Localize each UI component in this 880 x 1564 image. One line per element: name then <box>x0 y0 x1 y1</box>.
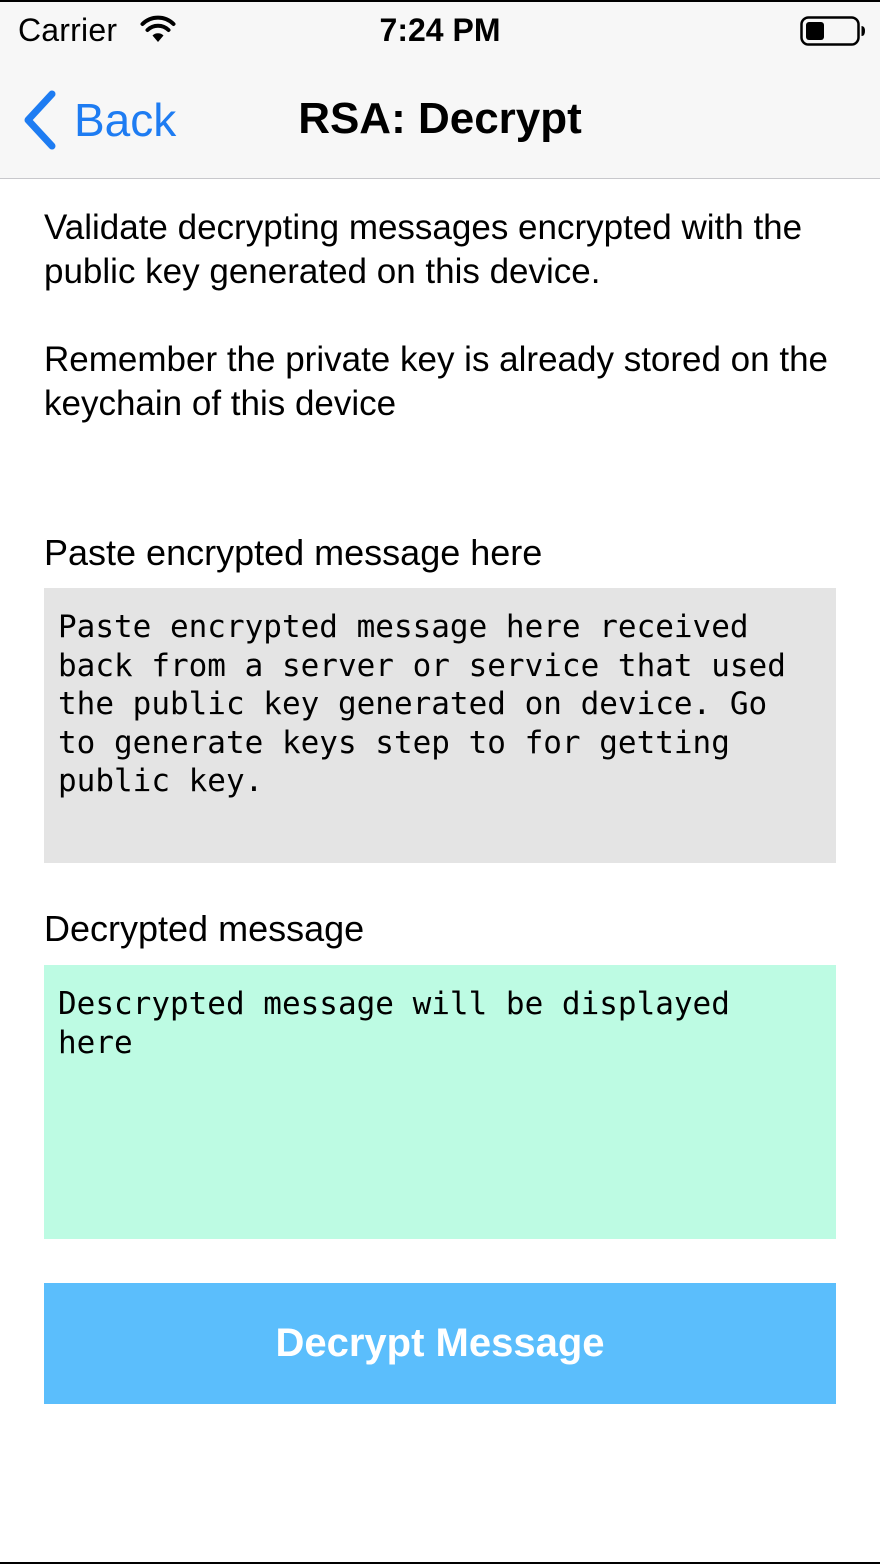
status-bar: Carrier 7:24 PM <box>0 2 880 60</box>
decrypted-message-output: Descrypted message will be displayed her… <box>44 965 836 1239</box>
app-screen: Carrier 7:24 PM Back RSA: Decrypt Valida… <box>0 0 880 1564</box>
decrypt-message-button[interactable]: Decrypt Message <box>44 1283 836 1404</box>
intro-text: Validate decrypting messages encrypted w… <box>44 206 836 426</box>
description-validate: Validate decrypting messages encrypted w… <box>44 208 803 291</box>
navigation-bar: Back RSA: Decrypt <box>0 60 880 179</box>
battery-icon <box>800 16 865 46</box>
description-private-key: Remember the private key is already stor… <box>44 340 828 423</box>
encrypted-message-input[interactable]: Paste encrypted message here received ba… <box>44 588 836 863</box>
decrypted-message-label: Decrypted message <box>44 908 365 949</box>
page-title: RSA: Decrypt <box>298 94 582 143</box>
encrypted-message-label: Paste encrypted message here <box>44 532 543 573</box>
status-time: 7:24 PM <box>379 12 501 48</box>
